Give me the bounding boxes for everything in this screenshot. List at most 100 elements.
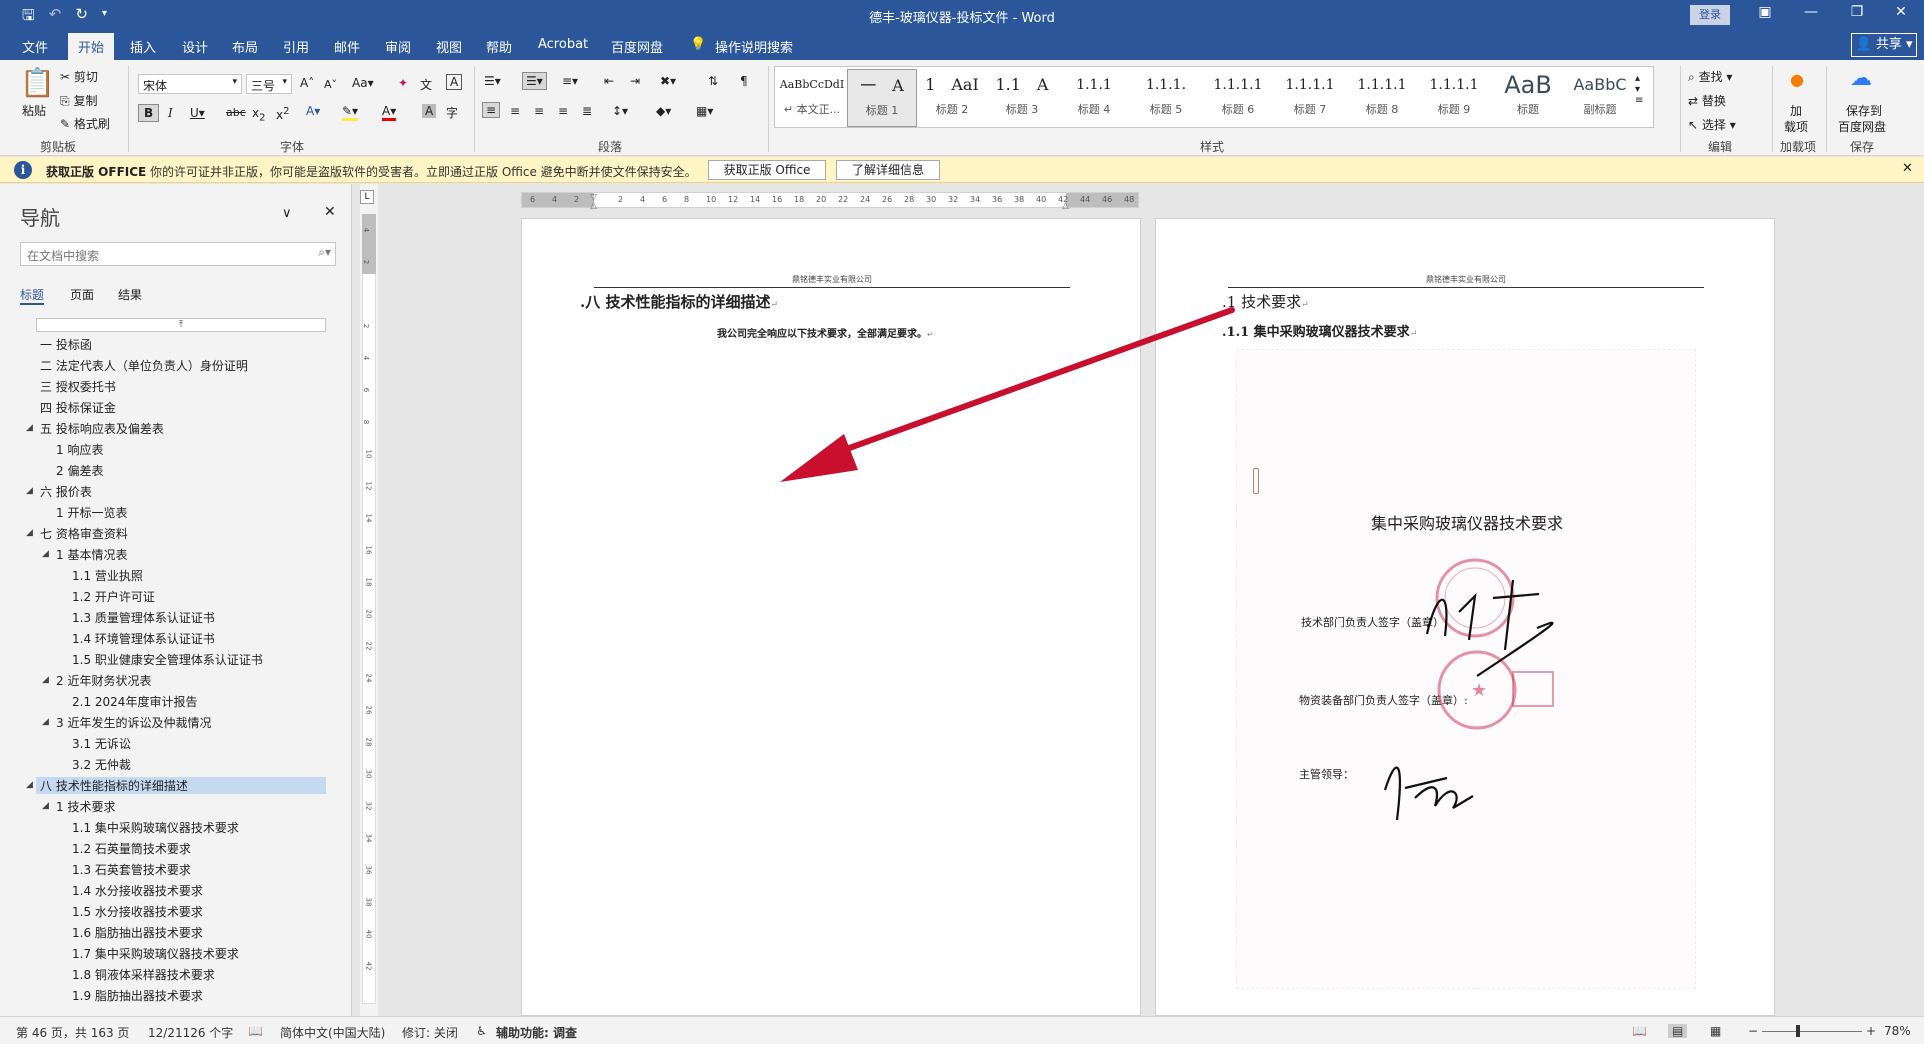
tab-insert[interactable]: 插入: [130, 37, 156, 56]
char-border-icon[interactable]: A: [446, 74, 463, 90]
style-item[interactable]: 一 A 标题 1: [847, 69, 917, 127]
copy-button[interactable]: ⎘ 复制: [60, 92, 97, 109]
expand-toggle-icon[interactable]: ◢: [42, 549, 49, 559]
subscript-icon[interactable]: x2: [252, 106, 265, 123]
tab-help[interactable]: 帮助: [486, 37, 512, 56]
hanging-indent-marker[interactable]: △: [590, 201, 597, 211]
accessibility-status[interactable]: 辅助功能: 调查: [496, 1024, 577, 1041]
nav-heading-item[interactable]: 五 投标响应表及偏差表: [40, 420, 164, 437]
style-item[interactable]: AaB 标题: [1493, 69, 1563, 127]
font-name-select[interactable]: 宋体 ▾: [138, 74, 242, 94]
tell-me-search[interactable]: 操作说明搜索: [715, 37, 793, 56]
nav-heading-item[interactable]: 二 法定代表人（单位负责人）身份证明: [40, 357, 248, 374]
restore-icon[interactable]: ❐: [1834, 4, 1880, 20]
style-item[interactable]: 1 AaI 标题 2: [917, 69, 987, 127]
nav-heading-item[interactable]: 一 投标函: [40, 336, 92, 353]
web-layout-icon[interactable]: ▦: [1710, 1024, 1721, 1038]
tab-design[interactable]: 设计: [182, 37, 208, 56]
nav-heading-item[interactable]: 六 报价表: [40, 483, 92, 500]
font-color-icon[interactable]: A▾: [382, 104, 397, 121]
nav-heading-item[interactable]: 2.1 2024年度审计报告: [72, 693, 197, 710]
addins-label-1[interactable]: 加: [1790, 102, 1802, 119]
nav-heading-item[interactable]: 2 近年财务状况表: [56, 672, 151, 689]
search-icon[interactable]: ⌕▾: [318, 245, 331, 260]
distributed-icon[interactable]: ≣: [582, 104, 592, 118]
save-to-baidu-label-2[interactable]: 百度网盘: [1838, 118, 1886, 135]
nav-heading-item[interactable]: 1.4 环境管理体系认证证书: [72, 630, 215, 647]
tab-file[interactable]: 文件: [22, 37, 48, 56]
clear-format-icon[interactable]: ✦: [398, 76, 408, 90]
italic-icon[interactable]: I: [168, 106, 173, 120]
expand-toggle-icon[interactable]: ◢: [26, 528, 33, 538]
expand-toggle-icon[interactable]: ◢: [26, 423, 33, 433]
nav-heading-item[interactable]: 1.6 脂肪抽出器技术要求: [72, 924, 203, 941]
nav-heading-item[interactable]: 2 偏差表: [56, 462, 103, 479]
nav-heading-item[interactable]: 1 技术要求: [56, 798, 115, 815]
format-painter-button[interactable]: ✎ 格式刷: [60, 115, 110, 132]
line-spacing-icon[interactable]: ↕▾: [612, 104, 628, 118]
document-page-1[interactable]: 鼎铭德丰实业有限公司 .八 技术性能指标的详细描述↵ 我公司完全响应以下技术要求…: [521, 218, 1141, 1016]
decrease-indent-icon[interactable]: ⇤: [604, 74, 614, 88]
scanned-document-image[interactable]: 集中采购玻璃仪器技术要求 技术部门负责人签字（盖章）: 物资装备部门负责人签字（…: [1236, 349, 1696, 989]
word-count[interactable]: 12/21126 个字: [148, 1024, 233, 1041]
tab-view[interactable]: 视图: [436, 37, 462, 56]
borders-icon[interactable]: ▦▾: [696, 104, 713, 118]
show-marks-icon[interactable]: ¶: [740, 74, 748, 88]
superscript-icon[interactable]: x2: [276, 106, 289, 122]
style-item[interactable]: 1.1.1. 标题 5: [1131, 69, 1201, 127]
nav-heading-item[interactable]: 1.5 职业健康安全管理体系认证证书: [72, 651, 263, 668]
zoom-slider[interactable]: [1762, 1031, 1862, 1032]
nav-heading-item[interactable]: 3.2 无仲裁: [72, 756, 131, 773]
nav-tab-headings[interactable]: 标题: [20, 286, 45, 305]
highlight-icon[interactable]: ✎▾: [342, 104, 359, 121]
nav-heading-item[interactable]: 3 近年发生的诉讼及仲裁情况: [56, 714, 211, 731]
learn-more-button[interactable]: 了解详细信息: [836, 160, 940, 180]
print-layout-icon[interactable]: ▤: [1668, 1024, 1688, 1038]
style-item[interactable]: 1.1.1.1 标题 7: [1275, 69, 1345, 127]
phonetic-guide-icon[interactable]: 文: [420, 76, 432, 93]
nav-heading-item[interactable]: 三 授权委托书: [40, 378, 116, 395]
nav-heading-item[interactable]: 1.3 质量管理体系认证证书: [72, 609, 215, 626]
strikethrough-icon[interactable]: abc: [226, 106, 246, 119]
find-button[interactable]: ⌕ 查找 ▾: [1688, 68, 1732, 85]
close-nav-icon[interactable]: ✕: [324, 204, 336, 220]
style-item[interactable]: 1.1.1.1 标题 6: [1203, 69, 1273, 127]
expand-toggle-icon[interactable]: ◢: [42, 801, 49, 811]
numbering-icon[interactable]: ☰▾: [522, 72, 547, 90]
tab-mailings[interactable]: 邮件: [334, 37, 360, 56]
expand-toggle-icon[interactable]: ◢: [26, 486, 33, 496]
nav-heading-item[interactable]: 1.5 水分接收器技术要求: [72, 903, 203, 920]
nav-heading-item[interactable]: 1.7 集中采购玻璃仪器技术要求: [72, 945, 239, 962]
right-indent-marker[interactable]: △: [1062, 201, 1069, 211]
nav-heading-item[interactable]: 1.1 集中采购玻璃仪器技术要求: [72, 819, 239, 836]
paste-icon[interactable]: 📋: [20, 66, 55, 99]
save-to-baidu-label-1[interactable]: 保存到: [1846, 102, 1882, 119]
zoom-in-icon[interactable]: +: [1866, 1024, 1876, 1038]
addins-label-2[interactable]: 载项: [1784, 118, 1808, 135]
style-item[interactable]: 1.1.1.1 标题 8: [1347, 69, 1417, 127]
tab-review[interactable]: 审阅: [385, 37, 411, 56]
shrink-font-icon[interactable]: A˅: [324, 78, 337, 91]
style-item[interactable]: 1.1.1.1 标题 9: [1419, 69, 1489, 127]
align-right-icon[interactable]: ≡: [534, 104, 544, 118]
baidu-cloud-icon[interactable]: ☁: [1850, 66, 1872, 91]
accessibility-icon[interactable]: ♿: [476, 1024, 487, 1038]
document-page-2[interactable]: 鼎铭德丰实业有限公司 .1 技术要求↵ .1.1 集中采购玻璃仪器技术要求↵ 集…: [1155, 218, 1775, 1016]
tab-layout[interactable]: 布局: [232, 37, 258, 56]
track-changes[interactable]: 修订: 关闭: [402, 1024, 458, 1041]
nav-heading-item[interactable]: 1 响应表: [56, 441, 103, 458]
expand-toggle-icon[interactable]: ◢: [26, 780, 33, 790]
minimize-icon[interactable]: —: [1788, 4, 1834, 20]
enclose-char-icon[interactable]: 字: [446, 104, 458, 121]
shading-icon[interactable]: ◆▾: [656, 104, 671, 118]
chinese-layout-icon[interactable]: ✖▾: [660, 74, 676, 88]
tab-selector[interactable]: L: [360, 190, 374, 204]
sort-icon[interactable]: ⇅: [708, 74, 718, 88]
style-item[interactable]: 1.1.1 标题 4: [1059, 69, 1129, 127]
zoom-out-icon[interactable]: −: [1748, 1024, 1758, 1038]
nav-heading-item[interactable]: 1.4 水分接收器技术要求: [72, 882, 203, 899]
style-item[interactable]: 1.1 A 标题 3: [987, 69, 1057, 127]
select-button[interactable]: ↖ 选择 ▾: [1688, 116, 1736, 133]
read-mode-icon[interactable]: 📖: [1632, 1024, 1647, 1038]
nav-heading-item[interactable]: 1.1 营业执照: [72, 567, 143, 584]
